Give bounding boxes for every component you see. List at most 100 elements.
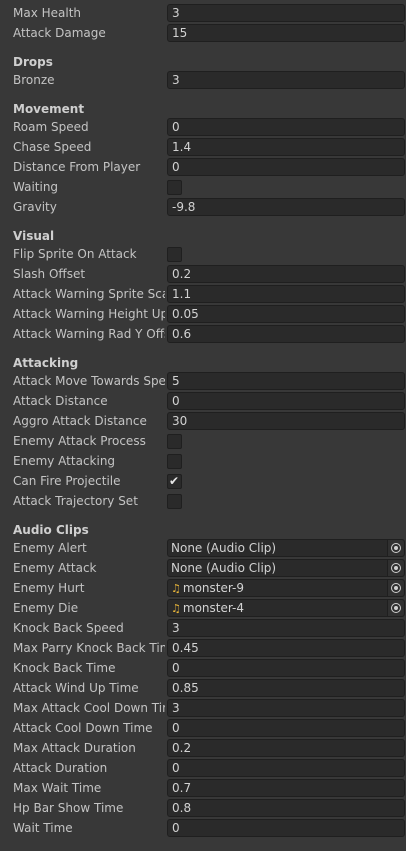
gravity-label: Gravity [13,200,57,214]
attack-cool-down-time-field[interactable]: 0 [167,719,405,737]
chase-speed-field[interactable]: 1.4 [167,138,405,156]
flip-sprite-row: Flip Sprite On Attack [0,244,406,264]
attack-duration-field[interactable]: 0 [167,759,405,777]
enemy-attacking-row: Enemy Attacking [0,451,406,471]
knock-back-time-field[interactable]: 0 [167,659,405,677]
bronze-field[interactable]: 3 [167,71,405,89]
attack-damage-label: Attack Damage [13,26,106,40]
knock-back-speed-field[interactable]: 3 [167,619,405,637]
enemy-alert-field[interactable]: None (Audio Clip) [167,539,405,557]
enemy-alert-label: Enemy Alert [13,541,87,555]
attack-move-towards-speed-field[interactable]: 5 [167,372,405,390]
hp-bar-show-time-label: Hp Bar Show Time [13,801,124,815]
attack-wind-up-time-value: 0.85 [172,681,199,695]
object-picker-button[interactable] [387,540,404,556]
attack-trajectory-set-checkbox[interactable] [167,494,182,509]
hp-bar-show-time-field[interactable]: 0.8 [167,799,405,817]
distance-from-player-field[interactable]: 0 [167,158,405,176]
attack-warning-rad-y-offset-row: Attack Warning Rad Y Offset 0.6 [0,324,406,344]
knock-back-speed-label: Knock Back Speed [13,621,124,635]
enemy-attack-field[interactable]: None (Audio Clip) [167,559,405,577]
max-parry-knock-back-time-field[interactable]: 0.45 [167,639,405,657]
enemy-die-row: Enemy Die ♫ monster-4 [0,598,406,618]
attack-warning-height-up-row: Attack Warning Height Up 0.05 [0,304,406,324]
max-attack-cool-down-time-row: Max Attack Cool Down Time 3 [0,698,406,718]
can-fire-projectile-checkbox[interactable]: ✔ [167,474,182,489]
waiting-row: Waiting [0,177,406,197]
attack-warning-sprite-scale-label: Attack Warning Sprite Scale [13,287,165,301]
flip-sprite-checkbox[interactable] [167,247,182,262]
distance-from-player-row: Distance From Player 0 [0,157,406,177]
roam-speed-field[interactable]: 0 [167,118,405,136]
slash-offset-row: Slash Offset 0.2 [0,264,406,284]
max-wait-time-field[interactable]: 0.7 [167,779,405,797]
wait-time-row: Wait Time 0 [0,818,406,838]
aggro-attack-distance-field[interactable]: 30 [167,412,405,430]
attack-damage-row: Attack Damage 15 [0,23,406,43]
enemy-attack-label: Enemy Attack [13,561,97,575]
enemy-attacking-label: Enemy Attacking [13,454,116,468]
max-attack-duration-field[interactable]: 0.2 [167,739,405,757]
target-icon [391,563,401,573]
max-wait-time-label: Max Wait Time [13,781,102,795]
attack-warning-rad-y-offset-field[interactable]: 0.6 [167,325,405,343]
max-attack-duration-label: Max Attack Duration [13,741,136,755]
attack-cool-down-time-row: Attack Cool Down Time 0 [0,718,406,738]
bronze-value: 3 [172,73,180,87]
attack-move-towards-speed-value: 5 [172,374,180,388]
slash-offset-label: Slash Offset [13,267,86,281]
max-attack-cool-down-time-field[interactable]: 3 [167,699,405,717]
gravity-value: -9.8 [172,200,196,214]
max-wait-time-value: 0.7 [172,781,192,795]
can-fire-projectile-row: Can Fire Projectile ✔ [0,471,406,491]
max-parry-knock-back-time-row: Max Parry Knock Back Time 0.45 [0,638,406,658]
max-attack-cool-down-time-value: 3 [172,701,180,715]
knock-back-time-label: Knock Back Time [13,661,116,675]
max-wait-time-row: Max Wait Time 0.7 [0,778,406,798]
waiting-checkbox[interactable] [167,180,182,195]
waiting-label: Waiting [13,180,59,194]
enemy-alert-value: None (Audio Clip) [171,541,277,555]
knock-back-speed-value: 3 [172,621,180,635]
enemy-die-field[interactable]: ♫ monster-4 [167,599,405,617]
enemy-hurt-field[interactable]: ♫ monster-9 [167,579,405,597]
target-icon [391,583,401,593]
enemy-hurt-label: Enemy Hurt [13,581,85,595]
inspector-panel: Max Health 3 Attack Damage 15 Drops Bron… [0,0,406,851]
wait-time-field[interactable]: 0 [167,819,405,837]
attack-duration-row: Attack Duration 0 [0,758,406,778]
attack-distance-field[interactable]: 0 [167,392,405,410]
object-picker-button[interactable] [387,600,404,616]
aggro-attack-distance-label: Aggro Attack Distance [13,414,147,428]
attack-wind-up-time-field[interactable]: 0.85 [167,679,405,697]
can-fire-projectile-label: Can Fire Projectile [13,474,121,488]
gravity-row: Gravity -9.8 [0,197,406,217]
attack-trajectory-set-row: Attack Trajectory Set [0,491,406,511]
attack-move-towards-speed-row: Attack Move Towards Speed 5 [0,371,406,391]
movement-header: Movement [13,102,85,116]
attack-warning-height-up-field[interactable]: 0.05 [167,305,405,323]
max-attack-duration-row: Max Attack Duration 0.2 [0,738,406,758]
enemy-die-label: Enemy Die [13,601,79,615]
attack-distance-row: Attack Distance 0 [0,391,406,411]
hp-bar-show-time-row: Hp Bar Show Time 0.8 [0,798,406,818]
max-health-label: Max Health [13,6,82,20]
attack-damage-field[interactable]: 15 [167,24,405,42]
attack-warning-sprite-scale-field[interactable]: 1.1 [167,285,405,303]
object-picker-button[interactable] [387,580,404,596]
attack-damage-value: 15 [172,26,188,40]
gravity-field[interactable]: -9.8 [167,198,405,216]
attack-warning-sprite-scale-value: 1.1 [172,287,192,301]
attack-duration-label: Attack Duration [13,761,108,775]
attack-warning-height-up-value: 0.05 [172,307,199,321]
max-health-field[interactable]: 3 [167,4,405,22]
distance-from-player-value: 0 [172,160,180,174]
attack-cool-down-time-value: 0 [172,721,180,735]
aggro-attack-distance-row: Aggro Attack Distance 30 [0,411,406,431]
slash-offset-field[interactable]: 0.2 [167,265,405,283]
enemy-attacking-checkbox[interactable] [167,454,182,469]
object-picker-button[interactable] [387,560,404,576]
knock-back-speed-row: Knock Back Speed 3 [0,618,406,638]
visual-header: Visual [13,229,55,243]
enemy-attack-process-checkbox[interactable] [167,434,182,449]
